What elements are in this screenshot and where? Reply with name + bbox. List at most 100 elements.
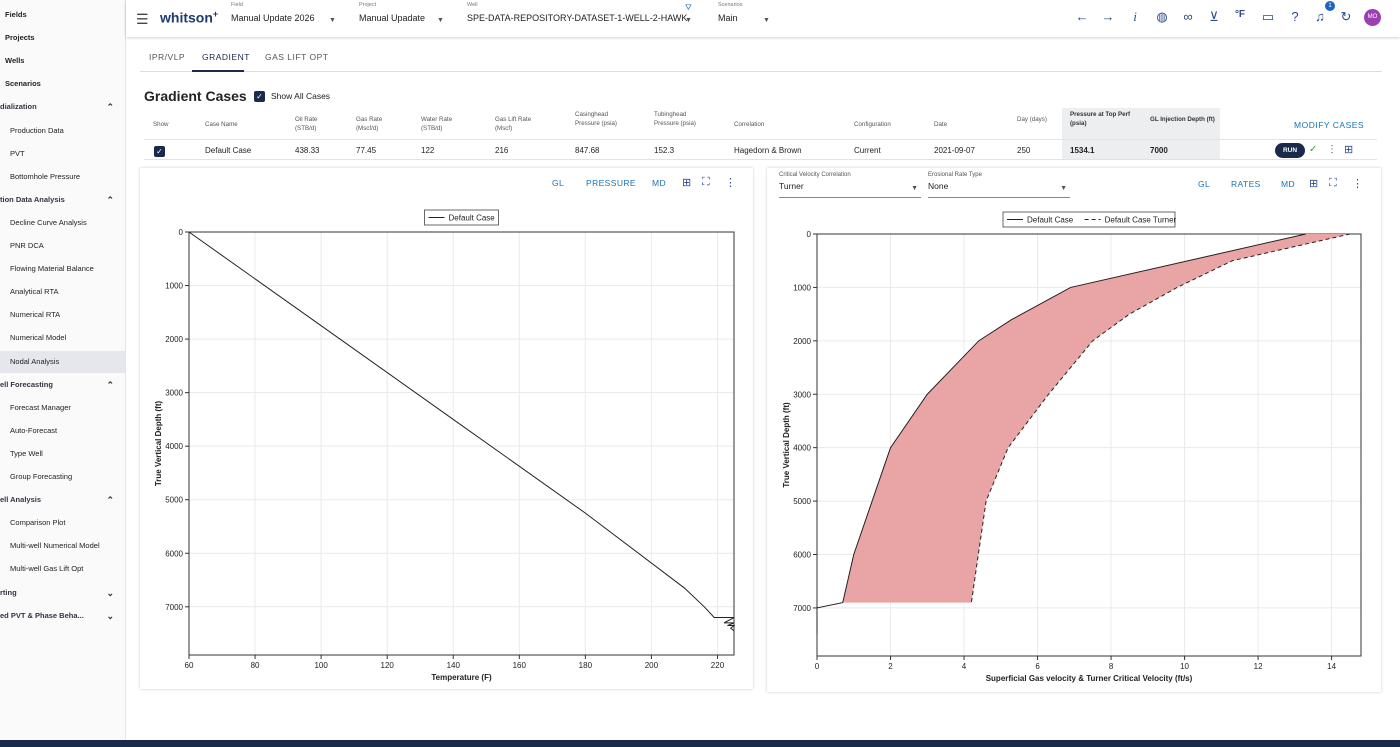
well-select[interactable]: Well SPE-DATA-REPOSITORY-DATASET-1-WELL-… (467, 2, 697, 24)
scenarios-select[interactable]: Scenarios Main ▼ (718, 2, 778, 24)
sidebar-item-label: PNR DCA (10, 241, 44, 250)
chevron-down-icon: ▼ (685, 17, 692, 24)
logo-text: whitson (160, 9, 213, 26)
run-button[interactable]: RUN (1275, 143, 1305, 158)
y-tick-label: 1000 (165, 282, 183, 291)
chevron-down-icon: ▼ (329, 17, 336, 24)
col-header-day: Day (days) (1017, 116, 1047, 123)
series-line-0 (188, 231, 736, 632)
show-all-checkbox[interactable]: ✓ (254, 91, 265, 102)
refresh-icon[interactable]: ↻ (1338, 9, 1354, 25)
sidebar-item[interactable]: Comparison Plot (0, 512, 125, 534)
divider (144, 159, 1377, 160)
notification-badge: 1 (1325, 1, 1335, 11)
cell-oil-rate: 438.33 (295, 146, 320, 155)
col-header-gas-rate: Gas Rate (Mscf/d) (356, 116, 383, 132)
y-tick-label: 0 (179, 228, 184, 237)
logo[interactable]: whitson+ (160, 9, 218, 26)
sidebar-item-label: Scenarios (5, 79, 41, 89)
sidebar-item[interactable]: dialization ⌃ (0, 96, 125, 118)
sidebar-item[interactable]: Bottomhole Pressure (0, 166, 125, 188)
sidebar-item[interactable]: Group Forecasting (0, 466, 125, 488)
modify-cases-button[interactable]: MODIFY CASES (1294, 120, 1364, 130)
x-tick-label: 10 (1180, 662, 1189, 671)
x-tick-label: 4 (962, 662, 967, 671)
x-tick-label: 100 (314, 661, 328, 670)
cell-pressure-top-perf: 1534.1 (1070, 146, 1095, 155)
col-header-gl-injection-depth: GL Injection Depth (ft) (1150, 116, 1215, 123)
menu-icon[interactable]: ☰ (136, 11, 149, 28)
sidebar-item[interactable]: rting ⌄ (0, 582, 125, 604)
cell-casinghead-pressure: 847.68 (575, 146, 600, 155)
divider (144, 139, 1377, 140)
sidebar-item[interactable]: ell Analysis ⌃ (0, 489, 125, 511)
more-vert-icon[interactable]: ⋮ (1327, 144, 1337, 155)
arrow-right-icon[interactable]: → (1100, 9, 1116, 24)
row-show-checkbox[interactable]: ✓ (154, 146, 165, 157)
chevron-icon: ⌃ (106, 194, 114, 205)
temperature-unit-icon[interactable]: °F (1232, 9, 1248, 20)
sidebar-item[interactable]: Multi-well Numerical Model (0, 535, 125, 557)
sidebar-item[interactable]: PNR DCA (0, 235, 125, 257)
tab-gradient[interactable]: GRADIENT (202, 52, 250, 62)
avatar[interactable]: MO (1364, 9, 1381, 26)
velocity-chart-panel: Critical Velocity Correlation Turner ▼ E… (767, 168, 1381, 692)
sidebar-item-label: Bottomhole Pressure (10, 171, 81, 181)
project-select[interactable]: Project Manual Upadate ▼ (359, 2, 449, 24)
tab-gas-lift-opt[interactable]: GAS LIFT OPT (265, 52, 328, 62)
globe-icon[interactable]: ◍ (1154, 9, 1170, 25)
y-tick-label: 0 (807, 230, 812, 239)
sidebar-item[interactable]: Flowing Material Balance (0, 258, 125, 280)
y-tick-label: 4000 (165, 442, 183, 451)
sidebar-item[interactable]: Multi-well Gas Lift Opt (0, 558, 125, 580)
table-icon[interactable]: ⊞ (1344, 143, 1353, 156)
sidebar-item[interactable]: Scenarios (0, 73, 125, 95)
sidebar-item[interactable]: Nodal Analysis (0, 350, 125, 373)
sidebar-item-label: Numerical RTA (10, 310, 61, 320)
x-tick-label: 14 (1327, 662, 1336, 671)
link-icon[interactable]: ∞ (1180, 9, 1196, 24)
sidebar-item-label: Production Data (10, 125, 64, 135)
y-axis-label: True Vertical Depth (ft) (154, 400, 163, 486)
sidebar-item[interactable]: ed PVT & Phase Beha... ⌄ (0, 605, 125, 627)
info-icon[interactable]: i (1127, 9, 1143, 25)
arrow-left-icon[interactable]: ← (1074, 9, 1090, 24)
chevron-icon: ⌃ (106, 379, 114, 390)
col-header-pressure-top-perf: Pressure at Top Perf (psia) (1070, 111, 1131, 127)
sidebar-item[interactable]: Analytical RTA (0, 281, 125, 303)
sidebar-item[interactable]: Fields (0, 4, 125, 26)
field-select[interactable]: Field Manual Update 2026 ▼ (231, 2, 341, 24)
sidebar-item[interactable]: ell Forecasting ⌃ (0, 374, 125, 396)
sidebar-item[interactable]: PVT (0, 143, 125, 165)
sidebar-item[interactable]: tion Data Analysis ⌃ (0, 189, 125, 211)
download-icon[interactable]: ⊻ (1206, 9, 1222, 25)
sidebar-item[interactable]: Numerical Model (0, 327, 125, 349)
sidebar-item[interactable]: Wells (0, 50, 125, 72)
tab-ipr-vlp[interactable]: IPR/VLP (149, 52, 185, 62)
y-axis-label: True Vertical Depth (ft) (782, 402, 791, 488)
x-tick-label: 60 (185, 661, 194, 670)
sidebar-item-label: rting (0, 587, 17, 597)
field-value: Manual Update 2026 (231, 13, 315, 23)
sidebar-item-label: Forecast Manager (10, 402, 71, 412)
legend: Default Case Default Case Turner (1002, 211, 1177, 228)
page-title: Gradient Cases (144, 88, 247, 104)
sidebar-item[interactable]: Production Data (0, 120, 125, 142)
sidebar-item[interactable]: Forecast Manager (0, 397, 125, 419)
sidebar-item[interactable]: Decline Curve Analysis (0, 212, 125, 234)
sidebar-item-label: Group Forecasting (10, 472, 73, 481)
bell-icon[interactable]: ♫ (1312, 9, 1328, 24)
sidebar-item[interactable]: Numerical RTA (0, 304, 125, 326)
filter-icon[interactable]: ⛛ (685, 3, 692, 13)
y-tick-label: 3000 (793, 390, 811, 399)
sidebar-item[interactable]: Auto-Forecast (0, 420, 125, 442)
sidebar-item[interactable]: Projects (0, 27, 125, 49)
cell-gas-lift-rate: 216 (495, 146, 509, 155)
tab-indicator (192, 70, 244, 72)
feedback-icon[interactable]: ▭ (1260, 9, 1276, 25)
sidebar-item[interactable]: Type Well (0, 443, 125, 465)
help-icon[interactable]: ? (1287, 9, 1303, 24)
col-header-date: Date (934, 121, 948, 128)
velocity-band (842, 234, 1350, 603)
sidebar-item-label: Multi-well Numerical Model (10, 541, 100, 551)
